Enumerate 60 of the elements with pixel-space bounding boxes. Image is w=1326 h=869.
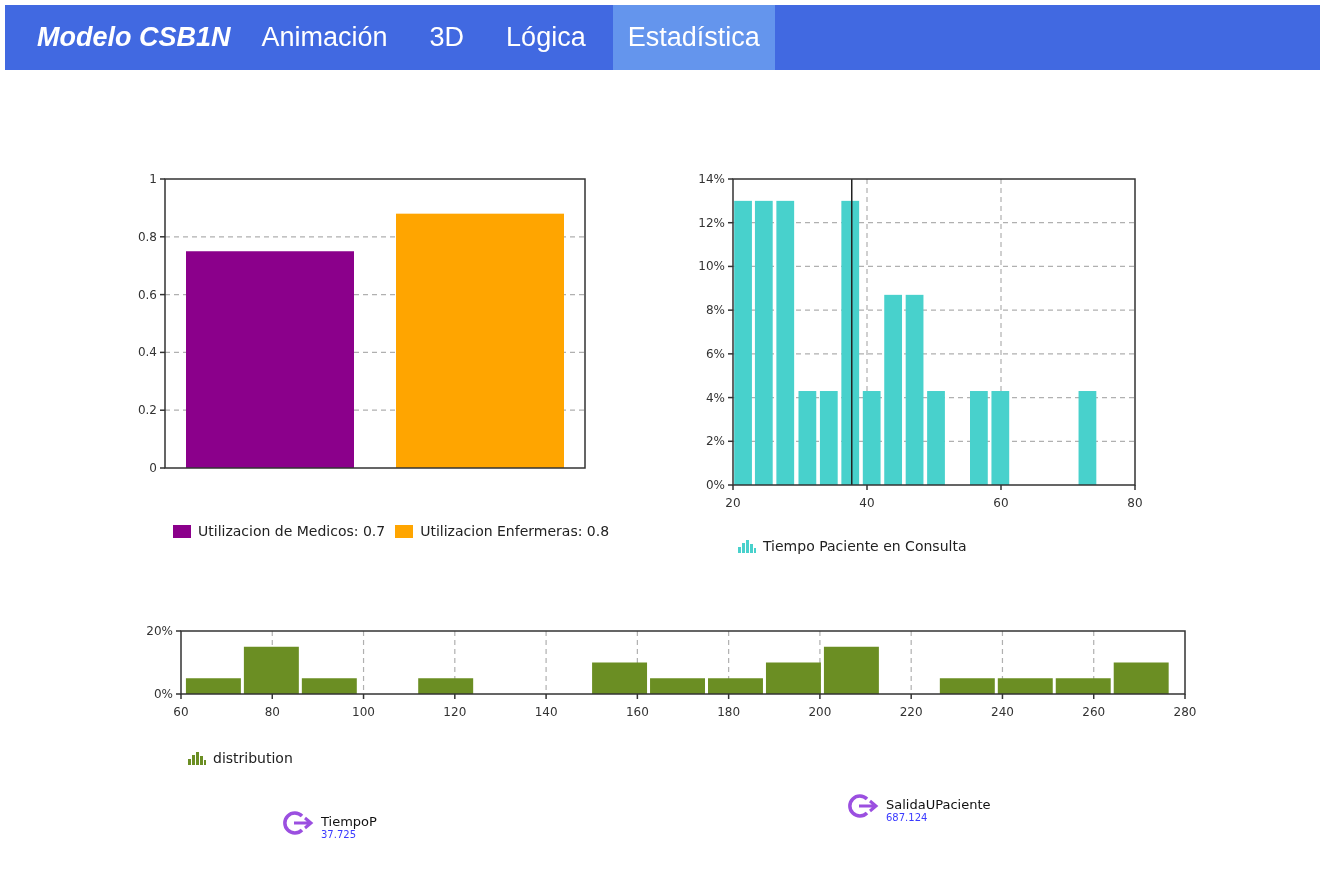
axis-label: 220 bbox=[899, 705, 923, 719]
axis-label: 120 bbox=[443, 705, 467, 719]
axis-label: 2% bbox=[705, 434, 725, 449]
bar bbox=[997, 678, 1053, 694]
axis-label: 20 bbox=[725, 496, 741, 510]
axis-label: 180 bbox=[717, 705, 741, 719]
axis-label: 0.8 bbox=[137, 229, 157, 244]
axis-label: 0 bbox=[149, 461, 157, 475]
output-icon[interactable] bbox=[283, 810, 315, 836]
axis-label: 6% bbox=[705, 346, 725, 361]
statistic-value: 37.725 bbox=[321, 829, 357, 840]
nav-tab[interactable]: 3D bbox=[414, 5, 480, 70]
axis-label: 240 bbox=[991, 705, 1014, 719]
axis-label: 10% bbox=[698, 259, 725, 274]
nav-tab[interactable]: Estadística bbox=[612, 5, 775, 70]
bar bbox=[708, 678, 763, 694]
axis-label: 0% bbox=[153, 687, 173, 701]
axis-label: 280 bbox=[1173, 705, 1197, 719]
bar bbox=[1113, 662, 1169, 694]
axis-label: 0.6 bbox=[137, 287, 157, 302]
bar bbox=[592, 662, 648, 694]
statistic-name: TiempoP bbox=[321, 814, 377, 829]
bar bbox=[765, 662, 821, 694]
legend-label: Tiempo Paciente en Consulta bbox=[763, 538, 967, 554]
legend-label: distribution bbox=[213, 750, 293, 766]
axis-label: 160 bbox=[625, 705, 649, 719]
axis-label: 12% bbox=[698, 215, 725, 230]
statistic-name: SalidaUPaciente bbox=[886, 797, 991, 812]
axis-label: 80 bbox=[1127, 496, 1143, 510]
output-icon[interactable] bbox=[848, 793, 880, 819]
bar bbox=[243, 646, 299, 694]
bar bbox=[418, 678, 474, 694]
axis-label: 0.4 bbox=[137, 345, 157, 360]
legend-label: Utilizacion de Medicos: 0.7 bbox=[198, 523, 386, 539]
axis-label: 140 bbox=[534, 705, 558, 719]
bar bbox=[650, 678, 705, 694]
bar bbox=[823, 646, 879, 694]
bar bbox=[939, 678, 995, 694]
axis-label: 4% bbox=[705, 390, 725, 405]
axis-label: 100 bbox=[352, 705, 375, 719]
axis-label: 60 bbox=[993, 496, 1009, 510]
axis-label: 80 bbox=[264, 705, 280, 719]
axis-label: 200 bbox=[808, 705, 832, 719]
axis-label: 0.2 bbox=[137, 403, 157, 418]
axis-label: 40 bbox=[859, 496, 875, 510]
bar bbox=[301, 678, 357, 694]
axis-label: 8% bbox=[705, 303, 725, 318]
nav-tab[interactable]: Animación bbox=[246, 5, 403, 70]
bar bbox=[185, 678, 241, 694]
bar bbox=[1055, 678, 1111, 694]
axis-label: 60 bbox=[173, 705, 189, 719]
axis-label: 0% bbox=[705, 478, 725, 492]
axis-label: 260 bbox=[1082, 705, 1106, 719]
axis-label: 14% bbox=[698, 172, 725, 186]
legend-label: Utilizacion Enfermeras: 0.8 bbox=[420, 523, 610, 539]
nav-tab[interactable]: Lógica bbox=[491, 5, 601, 70]
axis-label: 20% bbox=[146, 624, 173, 638]
axis-label: 1 bbox=[149, 172, 157, 186]
model-title: Modelo CSB1N bbox=[37, 22, 231, 53]
statistic-value: 687.124 bbox=[886, 812, 929, 823]
